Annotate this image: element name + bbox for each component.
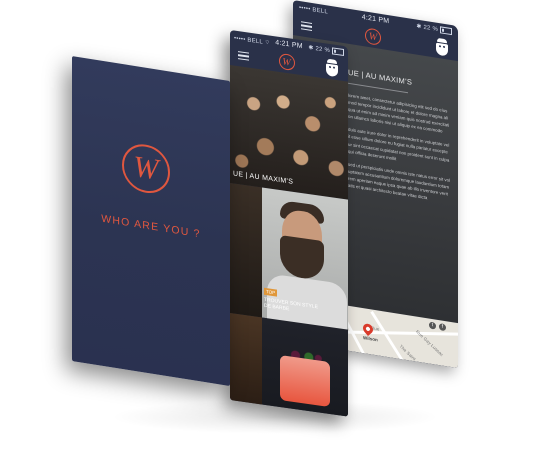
w-logo-icon[interactable]: W [278, 52, 295, 72]
twitter-icon[interactable]: t [429, 321, 436, 330]
w-logo-icon: W [122, 140, 170, 197]
map-label: Wilson [363, 335, 378, 343]
feed-card-drink[interactable] [262, 317, 348, 417]
share-buttons: t f [429, 321, 446, 332]
article-title: UE | AU MAXIM'S [348, 67, 413, 87]
splash-tagline[interactable]: WHO ARE YOU ? [72, 208, 230, 245]
battery-icon [440, 26, 452, 36]
card-headline: UE | AU MAXIM'S [233, 170, 294, 186]
splash-screen: W WHO ARE YOU ? [72, 56, 230, 387]
feed-screen: ••••• BELL ⌔ 4:21 PM ✱ 22 % W UE | AU MA… [230, 30, 348, 417]
category-tag: TOP [264, 287, 278, 297]
battery-icon [332, 47, 344, 56]
bearded-man-icon[interactable] [434, 37, 450, 58]
hamburger-icon[interactable] [301, 21, 312, 31]
w-logo-icon[interactable]: W [365, 27, 381, 46]
mockup-scene: ••••• BELL 4:21 PM ✱ 22 % W UE | AU MAXI… [0, 0, 553, 461]
feed-card-beard[interactable]: TOP TROUVER SON STYLE DE BARBE [262, 187, 348, 335]
feed-card-thumbnail[interactable] [230, 183, 262, 318]
bearded-man-icon[interactable] [324, 58, 340, 78]
hamburger-icon[interactable] [238, 51, 249, 61]
feed-card-bar[interactable] [230, 313, 262, 408]
facebook-icon[interactable]: f [439, 323, 446, 332]
feed-card-crowd[interactable]: UE | AU MAXIM'S [230, 65, 348, 200]
